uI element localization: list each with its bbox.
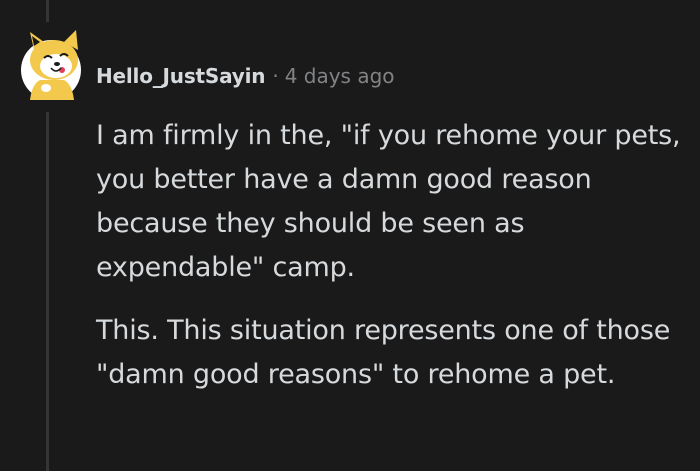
- comment-thread: Hello_JustSayin · 4 days ago I am firmly…: [0, 0, 700, 471]
- shiba-dog-avatar-icon: [21, 30, 81, 100]
- timestamp-link[interactable]: 4 days ago: [285, 64, 395, 88]
- comment-paragraph: I am firmly in the, "if you rehome your …: [96, 120, 681, 283]
- comment-body: I am firmly in the, "if you rehome your …: [96, 114, 696, 397]
- thread-line-lower[interactable]: [46, 112, 49, 471]
- avatar[interactable]: [20, 30, 82, 102]
- thread-line-upper[interactable]: [46, 0, 49, 22]
- comment-meta: Hello_JustSayin · 4 days ago: [96, 60, 395, 92]
- username-link[interactable]: Hello_JustSayin: [96, 64, 266, 88]
- comment-paragraph: This. This situation represents one of t…: [96, 315, 671, 390]
- meta-separator: ·: [272, 64, 279, 88]
